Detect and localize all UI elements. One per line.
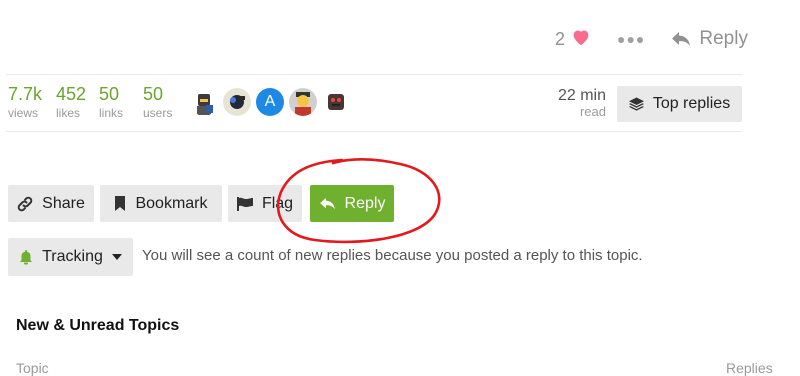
reply-arrow-icon bbox=[672, 32, 691, 46]
read-time: 22 min read bbox=[558, 87, 606, 119]
stat-value: 452 bbox=[56, 84, 87, 104]
reply-button-label: Reply bbox=[699, 28, 748, 49]
divider bbox=[6, 131, 742, 132]
stack-icon bbox=[628, 97, 644, 111]
bell-icon bbox=[20, 249, 33, 264]
like-count[interactable]: 2 bbox=[555, 29, 565, 50]
avatar-letter: A bbox=[264, 93, 276, 110]
tracking-dropdown[interactable]: Tracking bbox=[8, 238, 133, 276]
divider bbox=[6, 74, 742, 75]
bookmark-icon bbox=[115, 196, 126, 211]
stat-label: users bbox=[143, 106, 173, 120]
read-time-label: read bbox=[579, 104, 606, 119]
stat-views: 7.7k views bbox=[8, 84, 42, 120]
stat-links[interactable]: 50 links bbox=[99, 84, 123, 120]
reply-arrow-icon bbox=[319, 197, 335, 210]
bookmark-button[interactable]: Bookmark bbox=[100, 185, 222, 222]
flag-icon bbox=[236, 196, 253, 211]
flag-button[interactable]: Flag bbox=[228, 185, 302, 222]
avatar[interactable] bbox=[322, 88, 350, 116]
link-icon bbox=[17, 196, 33, 211]
more-options-icon[interactable]: ●●● bbox=[617, 31, 645, 47]
reply-button[interactable]: Reply bbox=[671, 28, 748, 50]
reply-primary-button[interactable]: Reply bbox=[310, 185, 394, 222]
post-actions: 2 ●●● Reply bbox=[555, 26, 748, 52]
caret-down-icon bbox=[111, 254, 122, 260]
column-header-topic[interactable]: Topic bbox=[16, 360, 49, 376]
stat-label: links bbox=[99, 106, 124, 120]
top-replies-label: Top replies bbox=[652, 95, 731, 112]
bookmark-label: Bookmark bbox=[135, 194, 208, 212]
participant-avatars: A bbox=[190, 88, 355, 116]
suggested-topics-title: New & Unread Topics bbox=[16, 317, 180, 334]
reply-primary-label: Reply bbox=[344, 194, 386, 212]
top-replies-button[interactable]: Top replies bbox=[617, 86, 742, 122]
stat-value: 50 bbox=[143, 84, 164, 104]
share-label: Share bbox=[42, 194, 85, 212]
stat-value: 7.7k bbox=[8, 84, 43, 104]
stat-value: 50 bbox=[99, 84, 120, 104]
flag-label: Flag bbox=[261, 194, 294, 212]
avatar[interactable]: A bbox=[256, 88, 284, 116]
heart-icon[interactable] bbox=[571, 28, 591, 51]
avatar[interactable] bbox=[190, 88, 218, 116]
share-button[interactable]: Share bbox=[8, 185, 94, 222]
avatar[interactable] bbox=[289, 88, 317, 116]
tracking-description: You will see a count of new replies beca… bbox=[142, 247, 643, 264]
read-time-value: 22 min bbox=[557, 87, 606, 104]
stat-label: views bbox=[8, 106, 39, 120]
avatar[interactable] bbox=[223, 88, 251, 116]
stat-users[interactable]: 50 users bbox=[143, 84, 172, 120]
tracking-label: Tracking bbox=[42, 248, 103, 265]
column-header-replies[interactable]: Replies bbox=[726, 360, 773, 376]
stat-label: likes bbox=[56, 106, 81, 120]
stat-likes[interactable]: 452 likes bbox=[56, 84, 86, 120]
